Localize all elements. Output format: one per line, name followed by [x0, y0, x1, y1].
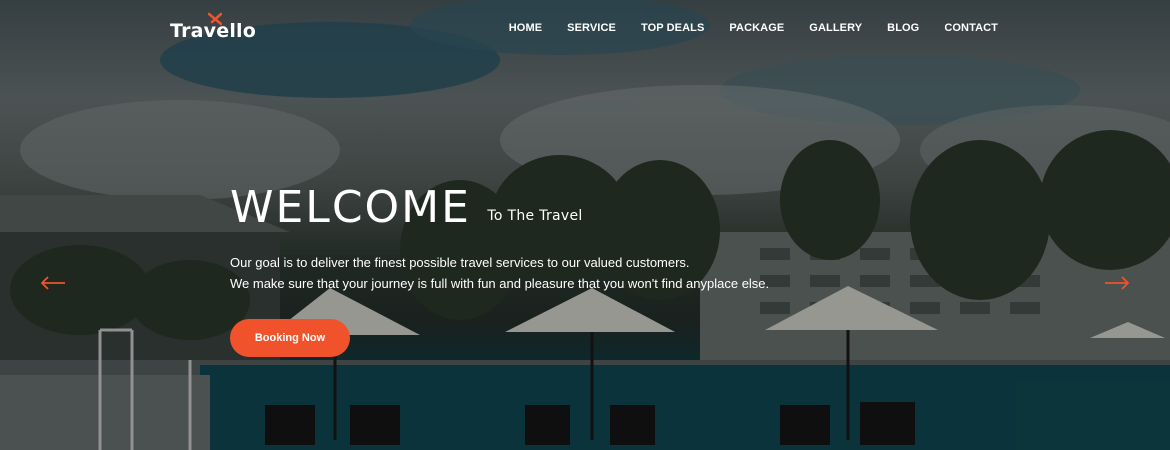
arrow-right-icon[interactable]: [1104, 275, 1130, 291]
nav-service[interactable]: SERVICE: [542, 20, 616, 36]
brand-logo[interactable]: Travello: [170, 12, 256, 42]
booking-now-button[interactable]: Booking Now: [230, 319, 350, 357]
hero-description-line: Our goal is to deliver the finest possib…: [230, 255, 690, 270]
hero-banner: Travello HOME SERVICE TOP DEALS PACKAGE …: [0, 0, 1170, 450]
nav-package[interactable]: PACKAGE: [704, 20, 784, 36]
nav-top-deals[interactable]: TOP DEALS: [616, 20, 704, 36]
hero-dark-overlay: [0, 0, 1170, 450]
main-nav: HOME SERVICE TOP DEALS PACKAGE GALLERY B…: [484, 20, 998, 36]
plane-icon: [208, 12, 222, 26]
hero-description-line: We make sure that your journey is full w…: [230, 276, 770, 291]
nav-gallery[interactable]: GALLERY: [784, 20, 862, 36]
hero-heading: WELCOME To The Travel: [230, 180, 583, 236]
nav-home[interactable]: HOME: [484, 20, 542, 36]
hero-title: WELCOME: [230, 182, 471, 233]
arrow-left-icon[interactable]: [40, 275, 66, 291]
nav-contact[interactable]: CONTACT: [919, 20, 998, 36]
hero-subtitle: To The Travel: [487, 208, 583, 224]
nav-blog[interactable]: BLOG: [862, 20, 919, 36]
hero-description: Our goal is to deliver the finest possib…: [230, 252, 769, 294]
